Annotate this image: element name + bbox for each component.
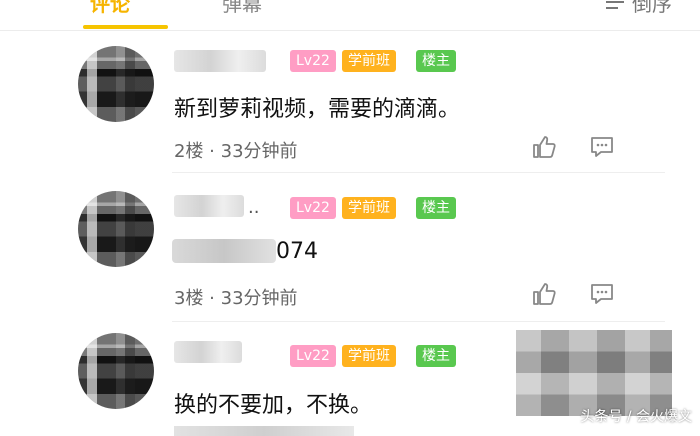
owner-badge: 楼主 (416, 50, 456, 72)
level-badge: Lv22 (290, 197, 336, 219)
username-suffix: .. (248, 197, 260, 218)
level-badge: Lv22 (290, 345, 336, 367)
school-badge: 学前班 (342, 345, 396, 367)
comment-text: 新到萝莉视频，需要的滴滴。 (174, 97, 461, 122)
comment-text: 换的不要加，不换。 (174, 393, 373, 418)
sort-label: 倒序 (632, 0, 672, 16)
school-badge: 学前班 (342, 50, 396, 72)
username[interactable] (174, 195, 244, 217)
avatar[interactable] (78, 46, 154, 122)
active-tab-indicator (83, 25, 168, 29)
username[interactable] (174, 50, 266, 72)
sort-toggle[interactable]: 倒序 (606, 0, 672, 17)
redacted-meta (174, 426, 354, 436)
divider (172, 321, 665, 322)
owner-badge: 楼主 (416, 197, 456, 219)
avatar[interactable] (78, 333, 154, 409)
level-badge: Lv22 (290, 50, 336, 72)
thumbs-up-icon[interactable] (531, 134, 557, 160)
tab-danmaku[interactable]: 弹幕 (222, 0, 262, 17)
comment-icon[interactable] (589, 281, 615, 307)
thumbs-up-icon[interactable] (531, 281, 557, 307)
watermark: 头条号 / 会火爆文 (580, 409, 692, 425)
avatar[interactable] (78, 191, 154, 267)
comment-text: 074 (276, 239, 318, 264)
sort-icon (606, 0, 624, 11)
owner-badge: 楼主 (416, 345, 456, 367)
username[interactable] (174, 341, 242, 363)
comment-icon[interactable] (589, 134, 615, 160)
redacted-image (516, 330, 672, 416)
tab-comments[interactable]: 评论 (90, 0, 130, 17)
school-badge: 学前班 (342, 197, 396, 219)
floor-time: 2楼 · 33分钟前 (174, 141, 298, 162)
divider (172, 172, 665, 173)
tab-bar: 评论 弹幕 倒序 (0, 0, 700, 31)
redacted-phone-number (172, 239, 276, 263)
floor-time: 3楼 · 33分钟前 (174, 288, 298, 309)
